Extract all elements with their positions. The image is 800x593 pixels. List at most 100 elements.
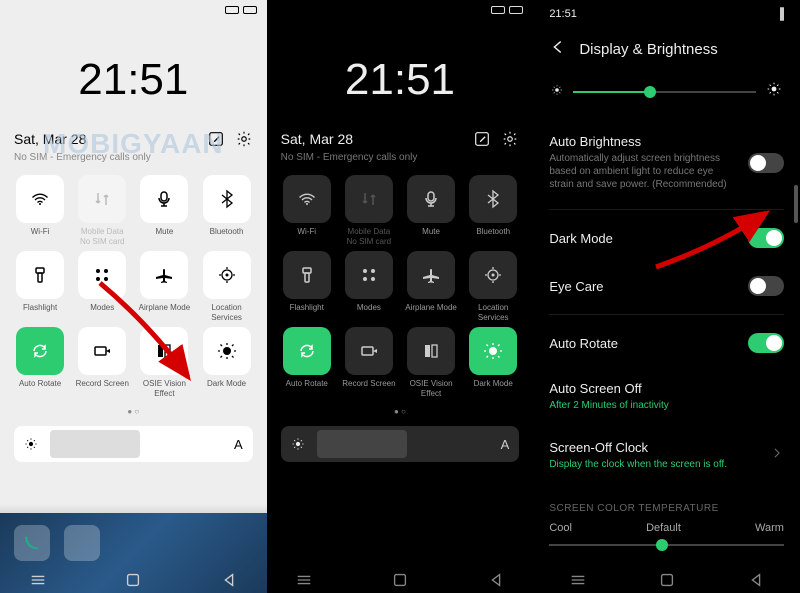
brightness-slider[interactable]: A — [14, 426, 253, 462]
nav-recent-icon[interactable] — [29, 571, 47, 589]
qs-tile-record[interactable]: Record Screen — [341, 327, 397, 397]
brightness-slider[interactable]: A — [281, 426, 520, 462]
tile-label: Mute — [422, 227, 440, 245]
brightness-low-icon — [291, 437, 305, 451]
osie-icon — [140, 327, 188, 375]
qs-tile-bluetooth[interactable]: Bluetooth — [198, 175, 254, 245]
toggle-auto-brightness[interactable] — [748, 153, 784, 173]
qs-tile-auto-rotate[interactable]: Auto Rotate — [279, 327, 335, 397]
back-icon[interactable] — [549, 38, 567, 61]
nav-recent-icon[interactable] — [569, 571, 587, 589]
wifi-icon — [283, 175, 331, 223]
tile-label: Auto Rotate — [286, 379, 328, 397]
qs-tile-airplane[interactable]: Airplane Mode — [136, 251, 192, 321]
tile-label: Mobile DataNo SIM card — [80, 227, 124, 245]
qs-tile-flashlight[interactable]: Flashlight — [12, 251, 68, 321]
nav-home-icon[interactable] — [124, 571, 142, 589]
tile-label: Dark Mode — [474, 379, 513, 397]
modes-icon — [345, 251, 393, 299]
row-auto-brightness[interactable]: Auto Brightness Automatically adjust scr… — [549, 120, 784, 205]
modes-icon — [78, 251, 126, 299]
nav-home-icon[interactable] — [658, 571, 676, 589]
tile-label: OSIE Vision Effect — [403, 379, 459, 397]
nav-bar — [533, 571, 800, 589]
nav-back-icon[interactable] — [747, 571, 765, 589]
dark-mode-icon — [469, 327, 517, 375]
qs-tile-mute[interactable]: Mute — [403, 175, 459, 245]
qs-tile-mute[interactable]: Mute — [136, 175, 192, 245]
tile-label: Record Screen — [342, 379, 395, 397]
tile-label: Mobile DataNo SIM card — [347, 227, 391, 245]
display-settings: 21:51 Display & Brightness Auto Brightne… — [533, 0, 800, 593]
qs-tile-location[interactable]: Location Services — [198, 251, 254, 321]
page-dots: ● ○ — [0, 407, 267, 416]
qs-tile-modes[interactable]: Modes — [341, 251, 397, 321]
qs-tile-record[interactable]: Record Screen — [74, 327, 130, 397]
tile-label: OSIE Vision Effect — [136, 379, 192, 397]
row-auto-rotate[interactable]: Auto Rotate — [549, 319, 784, 367]
clock: 21:51 — [267, 55, 534, 105]
nav-back-icon[interactable] — [487, 571, 505, 589]
auto-brightness-button[interactable]: A — [234, 437, 243, 452]
dock-phone-icon[interactable] — [14, 525, 50, 561]
color-temp-labels: Cool Default Warm — [549, 522, 784, 534]
qs-tile-airplane[interactable]: Airplane Mode — [403, 251, 459, 321]
nav-recent-icon[interactable] — [295, 571, 313, 589]
nav-home-icon[interactable] — [391, 571, 409, 589]
qs-tile-osie[interactable]: OSIE Vision Effect — [403, 327, 459, 397]
qs-tile-auto-rotate[interactable]: Auto Rotate — [12, 327, 68, 397]
toggle-dark-mode[interactable] — [748, 228, 784, 248]
nav-back-icon[interactable] — [220, 571, 238, 589]
row-auto-screen-off[interactable]: Auto Screen Off After 2 Minutes of inact… — [549, 367, 784, 426]
location-icon — [203, 251, 251, 299]
row-screen-off-clock[interactable]: Screen-Off Clock Display the clock when … — [549, 426, 784, 485]
row-title: Auto Rotate — [549, 336, 618, 351]
qs-tile-wifi[interactable]: Wi-Fi — [12, 175, 68, 245]
tile-label: Location Services — [198, 303, 254, 321]
scrollbar[interactable] — [794, 185, 798, 223]
qs-tile-location[interactable]: Location Services — [465, 251, 521, 321]
color-temp-slider[interactable] — [549, 544, 784, 546]
qs-tile-bluetooth[interactable]: Bluetooth — [465, 175, 521, 245]
sim-status: No SIM - Emergency calls only — [267, 152, 534, 163]
gear-icon[interactable] — [501, 130, 519, 148]
row-title: Dark Mode — [549, 231, 613, 246]
toggle-eye-care[interactable] — [748, 276, 784, 296]
brightness-high-icon — [766, 81, 782, 102]
qs-tile-wifi[interactable]: Wi-Fi — [279, 175, 335, 245]
qs-tile-modes[interactable]: Modes — [74, 251, 130, 321]
qs-tile-dark-mode[interactable]: Dark Mode — [465, 327, 521, 397]
row-subtitle: Display the clock when the screen is off… — [549, 458, 760, 471]
qs-tile-mobile-data[interactable]: Mobile DataNo SIM card — [341, 175, 397, 245]
tile-label: Airplane Mode — [405, 303, 457, 321]
row-eye-care[interactable]: Eye Care — [549, 262, 784, 310]
tile-label: Location Services — [465, 303, 521, 321]
page-title: Display & Brightness — [579, 41, 717, 58]
auto-rotate-icon — [283, 327, 331, 375]
qs-tile-flashlight[interactable]: Flashlight — [279, 251, 335, 321]
bluetooth-icon — [203, 175, 251, 223]
tile-label: Wi-Fi — [297, 227, 316, 245]
mobile-data-icon — [78, 175, 126, 223]
mute-icon — [407, 175, 455, 223]
qs-tile-mobile-data[interactable]: Mobile DataNo SIM card — [74, 175, 130, 245]
tile-label: Modes — [357, 303, 381, 321]
status-bar: 21:51 — [549, 0, 784, 28]
qs-tile-dark-mode[interactable]: Dark Mode — [198, 327, 254, 397]
section-header: SCREEN COLOR TEMPERATURE — [549, 503, 784, 514]
record-icon — [345, 327, 393, 375]
edit-icon[interactable] — [473, 130, 491, 148]
tile-label: Auto Rotate — [19, 379, 61, 397]
qs-tiles: Wi-Fi Mobile DataNo SIM card Mute Bluetooth… — [267, 175, 534, 397]
mute-icon — [140, 175, 188, 223]
status-bar — [0, 0, 267, 20]
clock: 21:51 — [0, 55, 267, 105]
signal-icon — [225, 6, 239, 14]
dock-app-icon[interactable] — [64, 525, 100, 561]
row-dark-mode[interactable]: Dark Mode — [549, 214, 784, 262]
brightness-slider[interactable] — [551, 81, 782, 102]
tile-label: Modes — [90, 303, 114, 321]
qs-tile-osie[interactable]: OSIE Vision Effect — [136, 327, 192, 397]
toggle-auto-rotate[interactable] — [748, 333, 784, 353]
auto-brightness-button[interactable]: A — [501, 437, 510, 452]
